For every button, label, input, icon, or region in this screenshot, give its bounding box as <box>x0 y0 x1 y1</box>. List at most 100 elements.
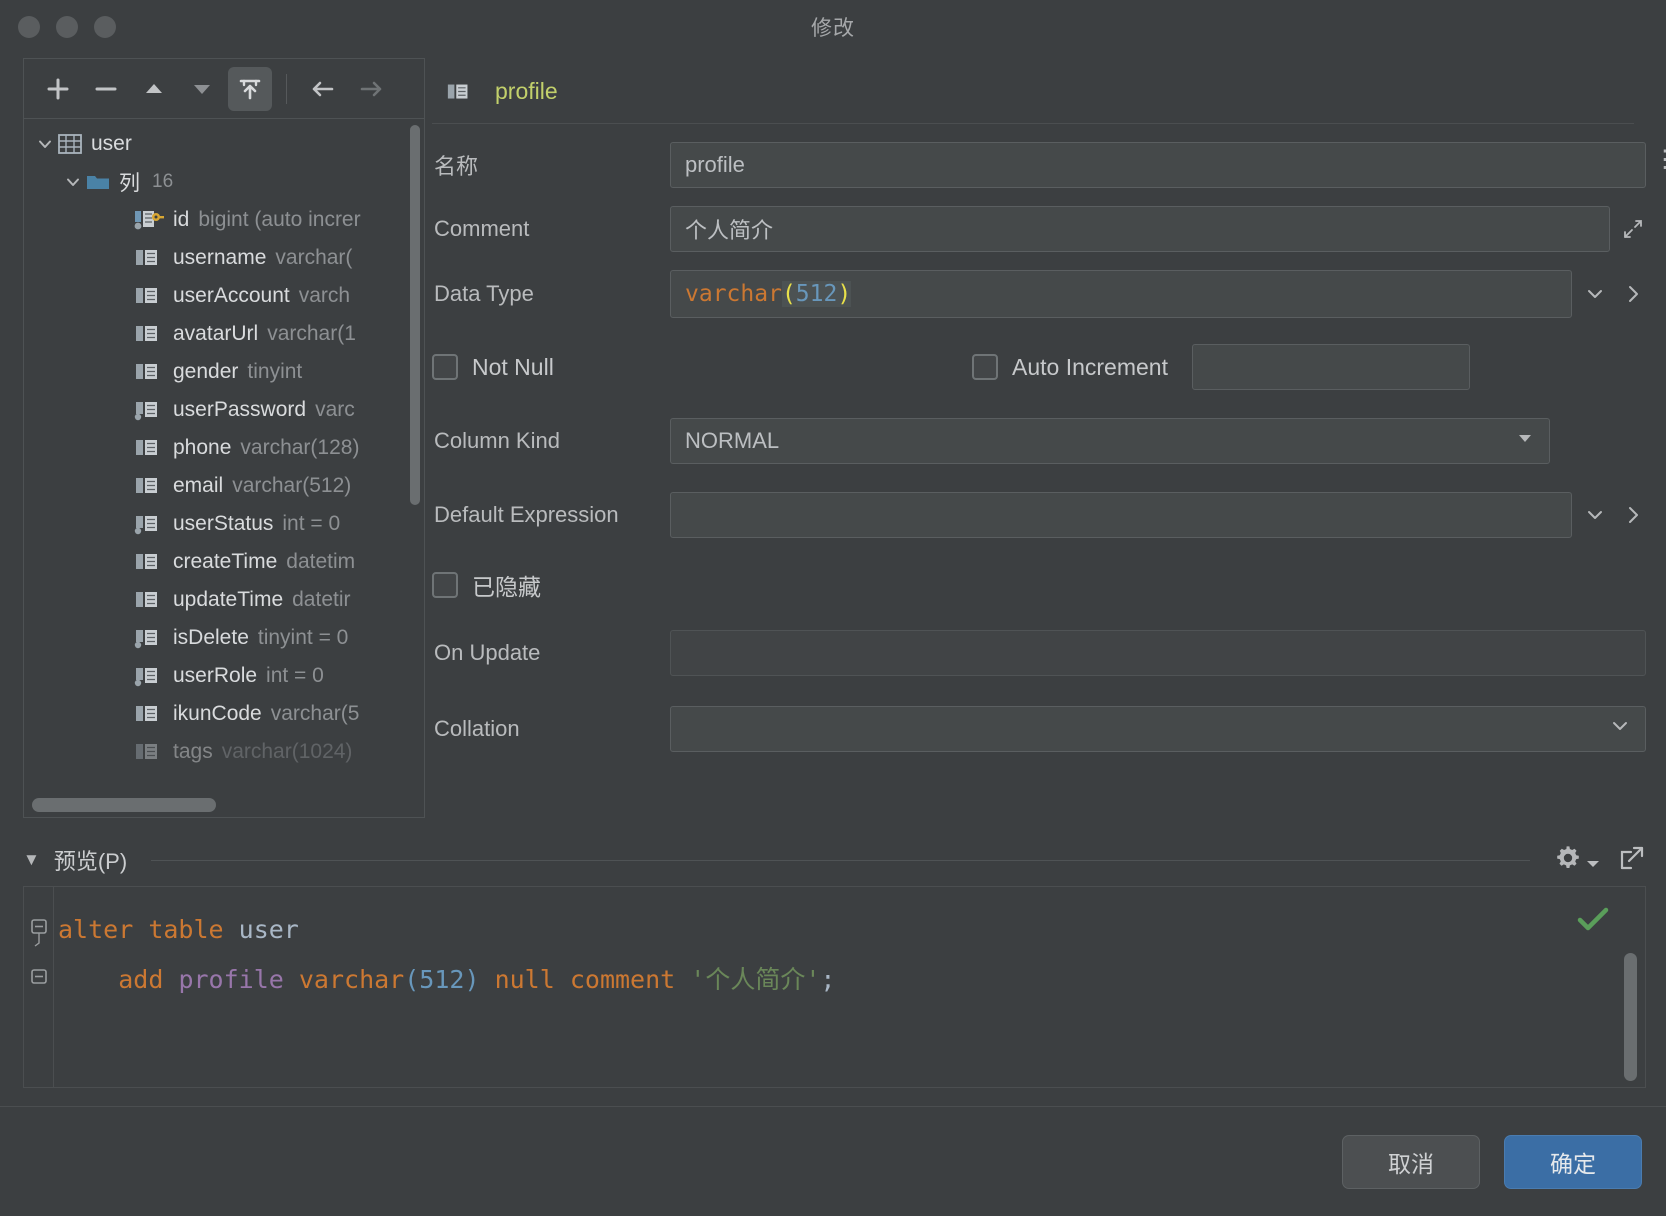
move-up-button[interactable] <box>132 67 176 111</box>
collation-row: Collation <box>432 706 1646 752</box>
tree-row-column[interactable]: avatarUrl varchar(1 <box>24 315 424 353</box>
tree-row-columns-group[interactable]: 列 16 <box>24 163 424 201</box>
column-properties-form: profile 名称 profile ⋮ Comment 个人简介 Data T… <box>432 58 1666 818</box>
tree-row-column[interactable]: tags varchar(1024) <box>24 733 424 771</box>
auto-increment-checkbox[interactable] <box>972 354 998 380</box>
expand-icon[interactable] <box>1618 844 1646 877</box>
form-header: profile <box>432 58 1634 124</box>
sql-semicolon: ; <box>820 965 836 994</box>
tree-row-column[interactable]: email varchar(512) <box>24 467 424 505</box>
tree-vertical-scrollbar[interactable] <box>410 125 420 505</box>
tree-row-column[interactable]: ikunCode varchar(5 <box>24 695 424 733</box>
name-label: 名称 <box>434 154 479 179</box>
folder-icon <box>86 172 110 192</box>
hidden-checkbox[interactable] <box>432 572 458 598</box>
tree-horizontal-scrollbar[interactable] <box>32 798 216 812</box>
preview-section: ▼ 预览(P) alter table user add profile var… <box>23 840 1646 1088</box>
tree-group-count: 16 <box>152 171 174 192</box>
tree-row-column[interactable]: userPassword varc <box>24 391 424 429</box>
tree-row-column[interactable]: id bigint (auto increr <box>24 201 424 239</box>
tree-row-column[interactable]: userRole int = 0 <box>24 657 424 695</box>
tree-row-column[interactable]: isDelete tinyint = 0 <box>24 619 424 657</box>
fold-marker-icon[interactable] <box>30 917 48 947</box>
sql-preview-editor[interactable]: alter table user add profile varchar(512… <box>23 886 1646 1088</box>
comment-input[interactable]: 个人简介 <box>670 206 1610 252</box>
chevron-right-icon[interactable] <box>1620 504 1646 526</box>
back-button[interactable] <box>301 67 345 111</box>
sql-keyword-null: null <box>494 965 555 994</box>
tree-row-column[interactable]: phone varchar(128) <box>24 429 424 467</box>
column-icon <box>134 284 164 308</box>
sql-close-paren: ) <box>464 965 480 994</box>
default-expression-actions <box>1582 504 1646 526</box>
column-name: username <box>173 246 267 269</box>
column-tree[interactable]: user 列 16 id bigint (auto increr usernam… <box>23 118 425 818</box>
tree-row-column[interactable]: createTime datetim <box>24 543 424 581</box>
gear-icon[interactable] <box>1554 844 1582 877</box>
chevron-down-icon[interactable] <box>32 135 58 153</box>
column-type: int = 0 <box>266 664 324 687</box>
chevron-right-icon[interactable] <box>1620 283 1646 305</box>
cancel-button[interactable]: 取消 <box>1342 1134 1480 1189</box>
chevron-down-icon[interactable] <box>1582 504 1608 526</box>
column-icon <box>446 80 474 104</box>
name-input[interactable]: profile <box>670 142 1646 188</box>
column-icon <box>134 436 164 460</box>
preview-header: ▼ 预览(P) <box>23 840 1646 880</box>
column-name: ikunCode <box>173 702 262 725</box>
preview-actions <box>1554 844 1646 877</box>
forward-button[interactable] <box>349 67 393 111</box>
column-name: email <box>173 474 224 497</box>
column-type: varchar( <box>275 246 353 269</box>
chevron-down-icon[interactable] <box>60 173 86 191</box>
column-type: bigint (auto increr <box>198 208 361 231</box>
export-button[interactable] <box>228 66 272 111</box>
tree-row-column[interactable]: username varchar( <box>24 239 424 277</box>
not-null-checkbox[interactable] <box>432 354 458 380</box>
toolbar-divider <box>286 73 287 104</box>
data-type-input[interactable]: varchar(512) <box>670 270 1572 318</box>
column-name: tags <box>173 740 213 763</box>
column-type: tinyint = 0 <box>257 626 349 649</box>
preview-divider <box>151 859 1530 861</box>
on-update-input[interactable] <box>670 630 1646 676</box>
collapse-caret-icon[interactable]: ▼ <box>23 850 40 870</box>
dialog-body: user 列 16 id bigint (auto increr usernam… <box>0 54 1666 1216</box>
sql-open-paren: ( <box>404 965 420 994</box>
chevron-down-icon[interactable] <box>1582 283 1608 305</box>
tree-row-table[interactable]: user <box>24 125 424 163</box>
more-options-icon[interactable]: ⋮ <box>1650 147 1666 171</box>
sql-keyword-table: table <box>148 915 224 944</box>
chevron-down-icon[interactable] <box>1609 715 1631 743</box>
data-type-open-paren: ( <box>781 281 796 307</box>
chevron-down-icon[interactable] <box>1586 856 1600 874</box>
tree-horizontal-scrollbar-track[interactable] <box>26 798 422 814</box>
default-expression-input[interactable] <box>670 492 1572 538</box>
auto-increment-value-input[interactable] <box>1191 344 1470 390</box>
left-panel: user 列 16 id bigint (auto increr usernam… <box>23 58 425 818</box>
remove-button[interactable] <box>84 67 128 111</box>
add-button[interactable] <box>36 67 80 111</box>
comment-row: Comment 个人简介 <box>432 206 1646 252</box>
tree-row-column[interactable]: gender tinyint <box>24 353 424 391</box>
name-row: 名称 profile ⋮ <box>432 142 1666 188</box>
dropdown-arrow-icon[interactable] <box>1515 428 1535 454</box>
column-icon <box>134 360 164 384</box>
tree-toolbar <box>23 58 425 118</box>
tree-content: user 列 16 id bigint (auto increr usernam… <box>24 119 424 817</box>
column-kind-select[interactable]: NORMAL <box>670 418 1550 464</box>
move-down-button[interactable] <box>180 67 224 111</box>
data-type-close-paren: ) <box>837 281 852 307</box>
collation-select[interactable] <box>670 706 1646 752</box>
tree-row-column[interactable]: updateTime datetir <box>24 581 424 619</box>
column-not-null-icon <box>134 626 164 650</box>
expand-editor-icon[interactable] <box>1620 218 1646 240</box>
tree-row-column[interactable]: userAccount varch <box>24 277 424 315</box>
fold-marker-icon[interactable] <box>30 967 48 985</box>
column-not-null-icon <box>134 512 164 536</box>
editor-scrollbar[interactable] <box>1624 953 1637 1081</box>
sql-column-name: profile <box>178 965 284 994</box>
tree-row-column[interactable]: userStatus int = 0 <box>24 505 424 543</box>
column-icon <box>134 550 164 574</box>
ok-button[interactable]: 确定 <box>1504 1134 1642 1189</box>
